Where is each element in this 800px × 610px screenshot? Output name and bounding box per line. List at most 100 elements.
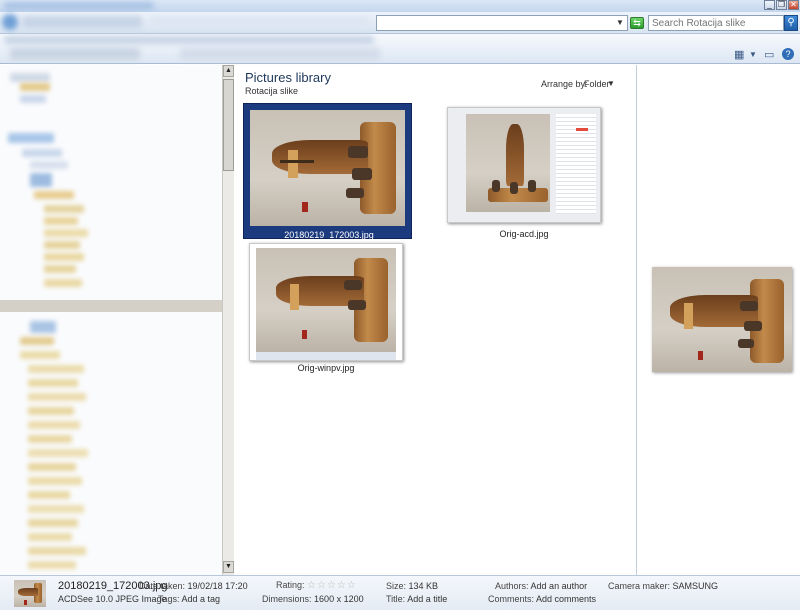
camera-maker-field[interactable]: Camera maker: SAMSUNG bbox=[608, 581, 718, 591]
nav-item[interactable] bbox=[44, 205, 84, 213]
blurred-menu-bar[interactable] bbox=[4, 36, 374, 44]
blurred-address[interactable] bbox=[150, 16, 370, 28]
tags-value[interactable]: Add a tag bbox=[182, 594, 221, 604]
authors-field[interactable]: Authors: Add an author bbox=[495, 581, 587, 591]
blurred-toolbar-buttons[interactable] bbox=[180, 48, 380, 60]
navigation-pane[interactable] bbox=[0, 65, 222, 575]
rating-stars[interactable]: ☆☆☆☆☆ bbox=[307, 580, 357, 591]
photo-red-object bbox=[24, 600, 27, 605]
toolbar: ▦ ▼ ▭ ? bbox=[0, 34, 800, 64]
nav-item[interactable] bbox=[28, 505, 84, 513]
date-taken-label: Date taken: bbox=[139, 581, 186, 591]
details-pane: 20180219_172003.jpg ACDSee 10.0 JPEG Ima… bbox=[0, 575, 800, 610]
camera-maker-value[interactable]: SAMSUNG bbox=[673, 581, 719, 591]
thumbnail-image bbox=[448, 108, 600, 222]
file-tile[interactable]: Orig-acd.jpg bbox=[445, 107, 603, 239]
blurred-organize-button[interactable] bbox=[10, 48, 140, 60]
nav-item[interactable] bbox=[34, 191, 74, 199]
nav-item[interactable] bbox=[30, 173, 52, 187]
search-button[interactable]: ⚲ bbox=[784, 15, 798, 31]
nav-item[interactable] bbox=[28, 365, 84, 373]
nav-item[interactable] bbox=[28, 379, 78, 387]
dimensions-label: Dimensions: bbox=[262, 594, 312, 604]
blurred-title bbox=[4, 2, 154, 10]
address-bar[interactable] bbox=[376, 15, 628, 31]
photo-glass bbox=[346, 188, 364, 198]
details-thumbnail bbox=[14, 580, 46, 607]
nav-item[interactable] bbox=[44, 229, 88, 237]
refresh-button[interactable]: ⇆ bbox=[630, 17, 644, 29]
nav-item[interactable] bbox=[44, 217, 78, 225]
nav-item[interactable] bbox=[10, 73, 50, 82]
maximize-icon: ❐ bbox=[777, 0, 786, 9]
nav-item[interactable] bbox=[28, 491, 70, 499]
library-title: Pictures library bbox=[245, 70, 331, 85]
close-icon: ✕ bbox=[790, 0, 797, 9]
photo-red-object bbox=[698, 351, 703, 360]
file-tile[interactable]: 20180219_172003.jpg bbox=[243, 103, 412, 240]
nav-item[interactable] bbox=[44, 241, 80, 249]
nav-item[interactable] bbox=[28, 519, 78, 527]
nav-selected-item[interactable] bbox=[0, 300, 222, 312]
maximize-button[interactable]: ❐ bbox=[776, 0, 787, 10]
chevron-down-icon[interactable]: ▼ bbox=[616, 18, 624, 27]
nav-item[interactable] bbox=[28, 393, 86, 401]
comments-field[interactable]: Comments: Add comments bbox=[488, 594, 596, 604]
nav-item[interactable] bbox=[8, 133, 54, 143]
change-view-icon[interactable]: ▦ bbox=[734, 48, 744, 61]
minimize-button[interactable]: _ bbox=[764, 0, 775, 10]
scroll-down-button[interactable]: ▼ bbox=[223, 561, 234, 573]
file-tile[interactable]: Orig-winpv.jpg bbox=[249, 243, 405, 373]
title-value[interactable]: Add a title bbox=[407, 594, 447, 604]
nav-item[interactable] bbox=[30, 161, 68, 169]
nav-item[interactable] bbox=[44, 279, 82, 287]
nav-item[interactable] bbox=[22, 149, 62, 157]
tags-field[interactable]: Tags: Add a tag bbox=[158, 594, 220, 604]
scroll-up-button[interactable]: ▲ bbox=[223, 65, 234, 77]
date-taken-field[interactable]: Date taken: 19/02/18 17:20 bbox=[139, 581, 248, 591]
nav-item[interactable] bbox=[20, 95, 46, 103]
photo-bar bbox=[290, 284, 299, 310]
photo-glass bbox=[528, 180, 536, 192]
nav-item[interactable] bbox=[28, 435, 72, 443]
rating-label: Rating: bbox=[276, 580, 305, 590]
nav-item[interactable] bbox=[28, 407, 74, 415]
comments-value[interactable]: Add comments bbox=[536, 594, 596, 604]
nav-item[interactable] bbox=[20, 83, 50, 91]
nav-item[interactable] bbox=[44, 265, 76, 273]
thumbnail-frame bbox=[447, 107, 601, 223]
size-value: 134 KB bbox=[408, 581, 439, 591]
nav-scrollbar[interactable]: ▲ ▼ bbox=[222, 65, 234, 575]
date-taken-value[interactable]: 19/02/18 17:20 bbox=[188, 581, 248, 591]
nav-item[interactable] bbox=[44, 253, 84, 261]
nav-item[interactable] bbox=[28, 449, 88, 457]
back-button[interactable] bbox=[2, 14, 18, 30]
nav-item[interactable] bbox=[28, 547, 86, 555]
nav-item[interactable] bbox=[20, 351, 60, 359]
arrange-by-dropdown[interactable]: Folder bbox=[584, 79, 610, 89]
authors-value[interactable]: Add an author bbox=[531, 581, 588, 591]
nav-item[interactable] bbox=[28, 463, 76, 471]
nav-item[interactable] bbox=[30, 321, 56, 333]
viewer-toolbar bbox=[256, 352, 396, 360]
preview-pane-icon[interactable]: ▭ bbox=[764, 48, 774, 61]
nav-item[interactable] bbox=[28, 477, 82, 485]
rating-field[interactable]: Rating: ☆☆☆☆☆ bbox=[276, 580, 357, 591]
nav-item[interactable] bbox=[20, 337, 54, 345]
nav-item[interactable] bbox=[28, 561, 76, 569]
nav-item[interactable] bbox=[28, 533, 72, 541]
nav-item[interactable] bbox=[28, 421, 80, 429]
file-list-pane[interactable]: Pictures library Rotacija slike Arrange … bbox=[235, 65, 637, 575]
title-field[interactable]: Title: Add a title bbox=[386, 594, 447, 604]
blurred-breadcrumb[interactable] bbox=[22, 16, 142, 28]
photo-bar bbox=[288, 150, 298, 178]
chevron-down-icon[interactable]: ▼ bbox=[607, 79, 615, 88]
close-button[interactable]: ✕ bbox=[788, 0, 799, 10]
search-icon: ⚲ bbox=[787, 17, 795, 28]
scrollbar-thumb[interactable] bbox=[223, 79, 234, 171]
help-icon[interactable]: ? bbox=[782, 48, 794, 60]
chevron-down-icon[interactable]: ▼ bbox=[749, 50, 757, 59]
address-row: ▼ ⇆ ⚲ bbox=[0, 12, 800, 34]
search-input[interactable] bbox=[648, 15, 784, 31]
photo-glass bbox=[744, 321, 762, 331]
